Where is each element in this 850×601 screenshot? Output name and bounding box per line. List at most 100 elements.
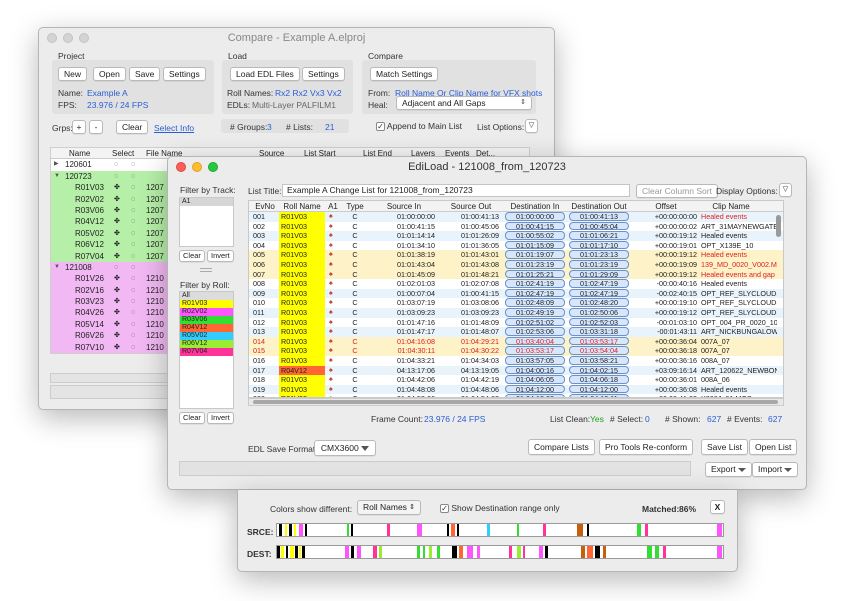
roll-filter-item[interactable]: R02V02 (180, 308, 233, 316)
close-icon[interactable] (176, 162, 186, 172)
compare-horizontal-scrollbar[interactable] (50, 373, 170, 383)
roll-filter-list[interactable]: All R01V03 R02V02 R03V06 R04V12 R05V02 R06V12 R… (179, 291, 234, 409)
select-radio-icon[interactable]: ◌ (131, 182, 135, 193)
display-options-button[interactable]: ▽ (779, 183, 792, 197)
events-horizontal-scrollbar[interactable] (248, 398, 784, 406)
close-strip-button[interactable]: X (710, 500, 725, 514)
event-row[interactable]: 013 R01V03 ♠ C 01:01:47:17 01:01:48:07 01:02:5… (249, 327, 783, 337)
event-row[interactable]: 015 R01V03 ♠ C 01:04:30:11 01:04:30:22 01:03:5… (249, 346, 783, 356)
col-roll-name[interactable]: Roll Name (279, 201, 325, 212)
roll-filter-item[interactable]: R07V04 (180, 348, 233, 356)
compare-lists-button[interactable]: Compare Lists (528, 439, 595, 455)
pin-icon[interactable]: ✤ (114, 319, 120, 330)
event-row[interactable]: 010 R01V03 ♠ C 01:03:07:19 01:03:08:06 01:02:4… (249, 298, 783, 308)
track-clear-button[interactable]: Clear (179, 250, 205, 262)
add-group-button[interactable]: + (72, 120, 86, 134)
new-button[interactable]: New (58, 67, 88, 81)
pin-icon[interactable]: ✤ (114, 273, 120, 284)
list-options-button[interactable]: ▽ (525, 119, 538, 133)
select-radio-icon[interactable]: ◌ (131, 228, 135, 239)
minimize-light[interactable] (63, 33, 73, 43)
select-radio-icon[interactable]: ◌ (131, 251, 135, 262)
col-source-in[interactable]: Source In (369, 201, 439, 212)
destination-color-strip[interactable] (276, 545, 724, 559)
pin-icon[interactable]: ✤ (114, 194, 120, 205)
disclosure-triangle-icon[interactable]: ▶ (54, 159, 59, 170)
roll-filter-item[interactable]: All (180, 292, 233, 300)
select-radio-icon[interactable]: ◌ (131, 194, 135, 205)
track-filter-list[interactable]: A1 (179, 197, 234, 247)
roll-clear-button[interactable]: Clear (179, 412, 205, 424)
select-radio-icon[interactable]: ◌ (131, 216, 135, 227)
event-row[interactable]: 011 R01V03 ♠ C 01:03:09:23 01:03:09:23 01:02:4… (249, 307, 783, 318)
close-light[interactable] (47, 33, 57, 43)
pin-icon[interactable]: ✤ (114, 182, 120, 193)
track-invert-button[interactable]: Invert (207, 250, 234, 262)
pin-icon[interactable]: ✤ (114, 205, 120, 216)
append-main-list-checkbox[interactable]: ✓ Append to Main List (376, 121, 462, 132)
remove-group-button[interactable]: - (89, 120, 103, 134)
select-info-link[interactable]: Select Info (154, 123, 194, 133)
colors-show-select[interactable]: Roll Names ⇕ (357, 500, 421, 515)
select-radio-icon[interactable]: ◌ (131, 307, 135, 318)
events-vertical-scrollbar[interactable] (776, 215, 781, 237)
pin-icon[interactable]: ✤ (114, 342, 120, 353)
select-radio-icon[interactable]: ◌ (131, 262, 135, 273)
roll-filter-item[interactable]: R06V12 (180, 340, 233, 348)
event-row[interactable]: 017 R04V12 ♠ C 04:13:17:06 04:13:19:05 01:04:0… (249, 365, 783, 376)
roll-filter-item[interactable]: R03V06 (180, 316, 233, 324)
event-row[interactable]: 016 R01V03 ♠ C 01:04:33:21 01:04:34:03 01:03:5… (249, 355, 783, 366)
select-radio-icon[interactable]: ◌ (131, 159, 135, 170)
col-a1[interactable]: A1 (325, 201, 341, 212)
col-destination-in[interactable]: Destination In (503, 201, 567, 212)
select-radio-icon[interactable]: ◌ (131, 239, 135, 250)
event-row[interactable]: 018 R01V03 ♠ C 01:04:42:06 01:04:42:19 01:04:0… (249, 375, 783, 385)
event-row[interactable]: 006 R01V03 ♠ C 01:01:43:04 01:01:43:08 01:01:2… (249, 259, 783, 270)
select-radio-icon[interactable]: ◌ (131, 205, 135, 216)
pin-icon[interactable]: ✤ (114, 285, 120, 296)
select-radio-icon[interactable]: ◌ (131, 319, 135, 330)
event-row[interactable]: 007 R01V03 ♠ C 01:01:45:09 01:01:48:21 01:01:2… (249, 269, 783, 280)
roll-invert-button[interactable]: Invert (207, 412, 234, 424)
zoom-light[interactable] (79, 33, 89, 43)
pin-icon[interactable]: ✤ (114, 296, 120, 307)
select-radio-icon[interactable]: ◌ (114, 159, 118, 170)
heal-select[interactable]: Adjacent and All Gaps ⇕ (396, 96, 532, 110)
save-button[interactable]: Save (129, 67, 161, 81)
edl-save-format-select[interactable]: CMX3600 (314, 440, 376, 456)
col-select[interactable]: Select (112, 148, 134, 159)
select-radio-icon[interactable]: ◌ (131, 171, 135, 182)
event-row[interactable]: 012 R01V03 ♠ C 01:01:47:16 01:01:48:09 01:02:5… (249, 317, 783, 328)
minimize-icon[interactable] (192, 162, 202, 172)
event-row[interactable]: 009 R01V03 ♠ C 01:00:07:04 01:00:41:15 01:02:4… (249, 288, 783, 299)
col-destination-out[interactable]: Destination Out (567, 201, 631, 212)
load-settings-button[interactable]: Settings (302, 67, 345, 81)
select-radio-icon[interactable]: ◌ (131, 330, 135, 341)
pin-icon[interactable]: ✤ (114, 216, 120, 227)
disclosure-triangle-icon[interactable]: ▼ (54, 262, 60, 273)
pin-icon[interactable]: ✤ (114, 307, 120, 318)
select-radio-icon[interactable]: ◌ (131, 273, 135, 284)
import-button[interactable]: Import (752, 462, 799, 477)
disclosure-triangle-icon[interactable]: ▼ (54, 171, 60, 182)
select-radio-icon[interactable]: ◌ (114, 262, 118, 273)
event-row[interactable]: 003 R01V03 ♠ C 01:01:14:14 01:01:26:09 01:00:5… (249, 231, 783, 241)
track-item[interactable]: A1 (180, 198, 233, 206)
event-row[interactable]: 002 R01V03 ♠ C 01:00:41:15 01:00:45:06 01:00:4… (249, 221, 783, 232)
list-title-input[interactable]: Example A Change List for 121008_from_12… (282, 184, 630, 197)
event-row[interactable]: 019 R01V03 ♠ C 01:04:48:08 01:04:48:06 01:04:1… (249, 384, 783, 395)
pin-icon[interactable]: ✤ (114, 239, 120, 250)
source-color-strip[interactable] (276, 523, 724, 537)
roll-filter-item[interactable]: R01V03 (180, 300, 233, 308)
show-dest-range-checkbox[interactable]: ✓ Show Destination range only (440, 503, 560, 514)
col-name[interactable]: Name (69, 148, 90, 159)
col-source-out[interactable]: Source Out (439, 201, 503, 212)
select-radio-icon[interactable]: ◌ (131, 285, 135, 296)
roll-filter-item[interactable]: R04V12 (180, 324, 233, 332)
zoom-icon[interactable] (208, 162, 218, 172)
col-clip-name[interactable]: Clip Name (701, 201, 761, 212)
select-radio-icon[interactable]: ◌ (131, 296, 135, 307)
export-button[interactable]: Export (705, 462, 752, 477)
match-settings-button[interactable]: Match Settings (370, 67, 439, 81)
clear-groups-button[interactable]: Clear (116, 120, 149, 134)
